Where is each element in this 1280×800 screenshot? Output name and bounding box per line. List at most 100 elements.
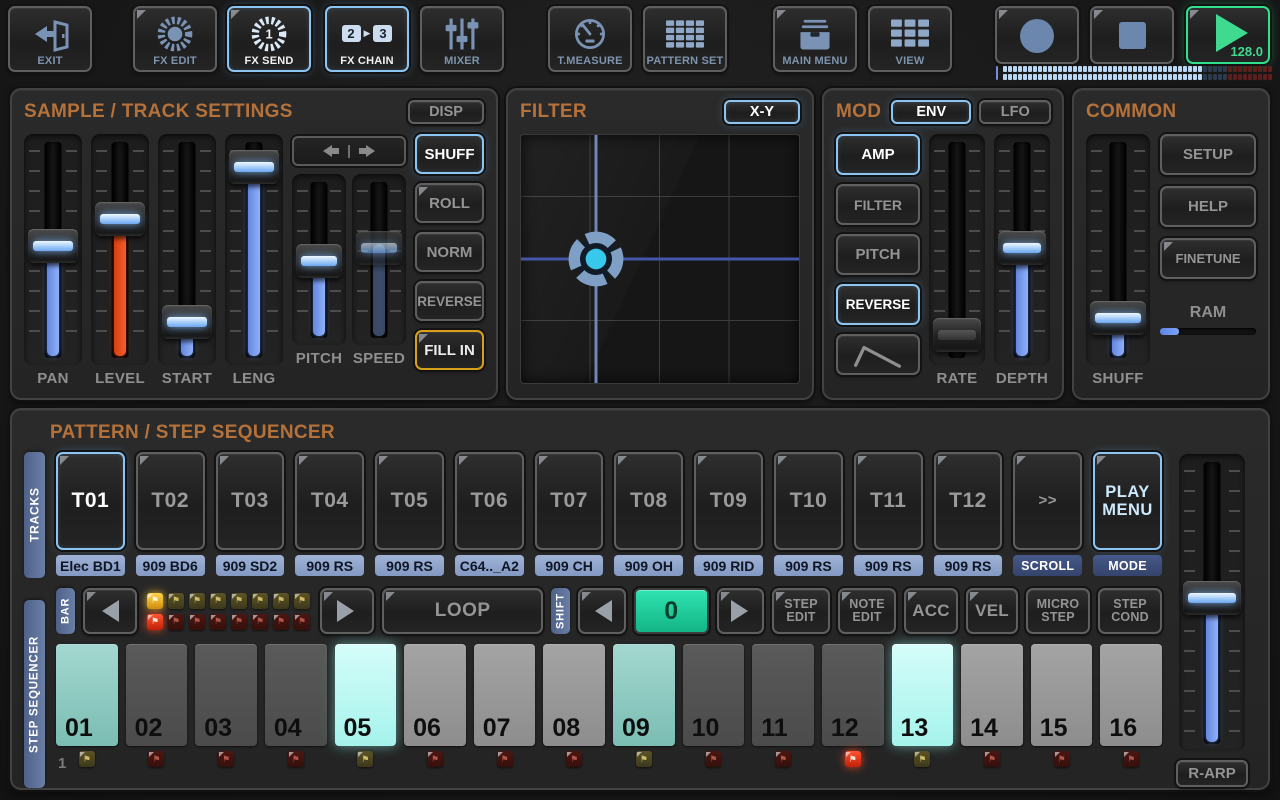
pattern-scroll-slider[interactable]: [1179, 454, 1245, 752]
shuffle-slider[interactable]: [1086, 134, 1150, 366]
track-chip-909-rs[interactable]: 909 RS: [295, 555, 364, 576]
pattern-set-button[interactable]: PATTERN SET: [643, 6, 727, 72]
track-chip-909-oh[interactable]: 909 OH: [614, 555, 683, 576]
step-param-icon[interactable]: ⚑: [984, 751, 1000, 767]
step-param-icon[interactable]: ⚑: [636, 751, 652, 767]
track-chip-scroll[interactable]: SCROLL: [1013, 555, 1082, 576]
main-menu-button[interactable]: MAIN MENU: [773, 6, 857, 72]
bar-indicator-icon[interactable]: ⚑: [252, 614, 268, 630]
track-button-t07[interactable]: T07: [535, 452, 604, 550]
bar-indicator-icon[interactable]: ⚑: [147, 593, 163, 609]
r-arp-button[interactable]: R-ARP: [1176, 760, 1248, 787]
bar-indicator-icon[interactable]: ⚑: [210, 593, 226, 609]
step-param-icon[interactable]: ⚑: [775, 751, 791, 767]
track-button-t04[interactable]: T04: [295, 452, 364, 550]
mixer-button[interactable]: MIXER: [420, 6, 504, 72]
bar-indicator-icon[interactable]: ⚑: [231, 593, 247, 609]
track-button-t09[interactable]: T09: [694, 452, 763, 550]
step-pad-10[interactable]: 10: [683, 644, 745, 746]
step-pad-02[interactable]: 02: [126, 644, 188, 746]
step-pad-14[interactable]: 14: [961, 644, 1023, 746]
step-pad-12[interactable]: 12: [822, 644, 884, 746]
leng-slider[interactable]: [225, 134, 283, 366]
track-chip-elec-bd1[interactable]: Elec BD1: [56, 555, 125, 576]
step-pad-04[interactable]: 04: [265, 644, 327, 746]
track-chip-909-rid[interactable]: 909 RID: [694, 555, 763, 576]
step-sequencer-side-tab[interactable]: STEP SEQUENCER: [24, 600, 45, 788]
step-param-icon[interactable]: ⚑: [1054, 751, 1070, 767]
track-button--[interactable]: >>: [1013, 452, 1082, 550]
roll-button[interactable]: ROLL: [415, 183, 484, 223]
step-pad-06[interactable]: 06: [404, 644, 466, 746]
track-chip-mode[interactable]: MODE: [1093, 555, 1162, 576]
step-edit-button[interactable]: STEPEDIT: [772, 588, 830, 634]
fx-chain-button[interactable]: 2 ▶ 3 FX CHAIN: [325, 6, 409, 72]
bar-indicator-icon[interactable]: ⚑: [273, 614, 289, 630]
stop-button[interactable]: [1090, 6, 1174, 64]
pitch-slider[interactable]: [292, 174, 346, 346]
step-param-icon[interactable]: ⚑: [218, 751, 234, 767]
fx-send-button[interactable]: 1 FX SEND: [227, 6, 311, 72]
setup-button[interactable]: SETUP: [1160, 134, 1256, 175]
depth-slider[interactable]: [994, 134, 1050, 366]
bar-indicator-icon[interactable]: ⚑: [147, 614, 163, 630]
start-slider[interactable]: [158, 134, 216, 366]
acc-button[interactable]: ACC: [904, 588, 958, 634]
rate-slider[interactable]: [929, 134, 985, 366]
play-button[interactable]: 128.0: [1186, 6, 1270, 64]
finetune-button[interactable]: FINETUNE: [1160, 238, 1256, 279]
bar-indicator-icon[interactable]: ⚑: [294, 614, 310, 630]
bar-indicator-icon[interactable]: ⚑: [252, 593, 268, 609]
lfo-tab[interactable]: LFO: [979, 100, 1051, 124]
xy-mode-button[interactable]: X-Y: [724, 100, 800, 124]
step-pad-07[interactable]: 07: [474, 644, 536, 746]
step-param-icon[interactable]: ⚑: [79, 751, 95, 767]
shuff-button[interactable]: SHUFF: [415, 134, 484, 174]
sample-nudge-widget[interactable]: [292, 136, 406, 166]
fill-in-button[interactable]: FILL IN: [415, 330, 484, 370]
bar-indicator-icon[interactable]: ⚑: [168, 593, 184, 609]
step-param-icon[interactable]: ⚑: [148, 751, 164, 767]
bar-next-button[interactable]: [320, 588, 374, 634]
track-chip-c64-a2[interactable]: C64.._A2: [455, 555, 524, 576]
step-pad-15[interactable]: 15: [1031, 644, 1093, 746]
view-button[interactable]: VIEW: [868, 6, 952, 72]
pan-slider[interactable]: [24, 134, 82, 366]
track-chip-909-rs[interactable]: 909 RS: [854, 555, 923, 576]
record-button[interactable]: [995, 6, 1079, 64]
step-param-icon[interactable]: ⚑: [497, 751, 513, 767]
track-chip-909-ch[interactable]: 909 CH: [535, 555, 604, 576]
step-pad-08[interactable]: 08: [543, 644, 605, 746]
step-cond-button[interactable]: STEPCOND: [1098, 588, 1162, 634]
track-button-t05[interactable]: T05: [375, 452, 444, 550]
step-param-icon[interactable]: ⚑: [914, 751, 930, 767]
step-param-icon[interactable]: ⚑: [288, 751, 304, 767]
bar-indicator-icon[interactable]: ⚑: [189, 614, 205, 630]
step-pad-13[interactable]: 13: [892, 644, 954, 746]
track-button-play-menu[interactable]: PLAY MENU: [1093, 452, 1162, 550]
filter-button[interactable]: FILTER: [836, 184, 920, 225]
bar-indicator-icon[interactable]: ⚑: [273, 593, 289, 609]
bar-indicator-icon[interactable]: ⚑: [210, 614, 226, 630]
track-chip-909-rs[interactable]: 909 RS: [934, 555, 1003, 576]
reverse-button[interactable]: REVERSE: [836, 284, 920, 325]
xy-cursor-puck[interactable]: [565, 228, 627, 290]
shift-tab[interactable]: SHIFT: [551, 588, 570, 634]
track-button-t10[interactable]: T10: [774, 452, 843, 550]
shift-right-button[interactable]: [717, 588, 764, 634]
shift-left-button[interactable]: [578, 588, 625, 634]
reverse-button[interactable]: REVERSE: [415, 281, 484, 321]
track-button-t06[interactable]: T06: [455, 452, 524, 550]
envelope-shape-button[interactable]: [836, 334, 920, 375]
loop-button[interactable]: LOOP: [382, 588, 544, 634]
level-slider[interactable]: [91, 134, 149, 366]
step-pad-11[interactable]: 11: [752, 644, 814, 746]
track-button-t03[interactable]: T03: [216, 452, 285, 550]
track-button-t12[interactable]: T12: [934, 452, 1003, 550]
fx-edit-button[interactable]: FX EDIT: [133, 6, 217, 72]
step-pad-03[interactable]: 03: [195, 644, 257, 746]
track-chip-909-rs[interactable]: 909 RS: [375, 555, 444, 576]
track-button-t01[interactable]: T01: [56, 452, 125, 550]
step-pad-09[interactable]: 09: [613, 644, 675, 746]
env-tab[interactable]: ENV: [891, 100, 971, 124]
